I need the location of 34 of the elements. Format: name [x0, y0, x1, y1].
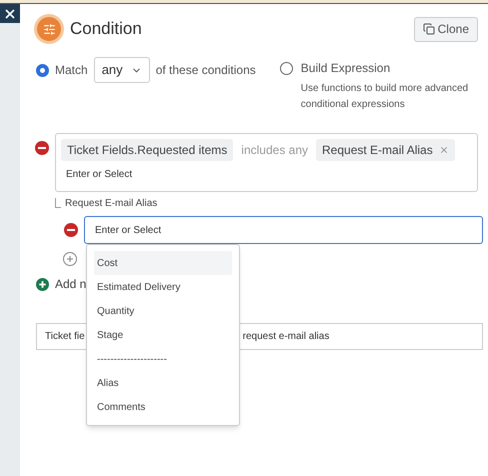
radio-button[interactable] [36, 64, 49, 76]
summary-text: Ticket fie [45, 330, 85, 344]
close-icon [3, 6, 17, 20]
add-circle-icon[interactable] [63, 252, 77, 266]
help-text: Use functions to build more advanced conditional expressions [300, 82, 470, 112]
value-chip: Request E-mail Alias [316, 139, 455, 161]
dropdown-item[interactable]: Stage [94, 323, 232, 347]
match-label: Match [55, 62, 88, 79]
add-link[interactable]: Add n [55, 275, 86, 293]
dropdown-item[interactable]: Cost [94, 251, 232, 275]
dropdown-item[interactable]: Quantity [94, 299, 232, 323]
clone-button[interactable]: Clone [414, 16, 478, 42]
add-icon[interactable] [36, 278, 49, 290]
dropdown-item[interactable]: Estimated Delivery [94, 275, 232, 299]
dropdown-item[interactable]: Comments [94, 395, 232, 419]
remove-icon[interactable] [35, 141, 49, 155]
sub-condition-input[interactable]: Enter or Select [84, 216, 483, 244]
panel-title: Condition [70, 18, 142, 40]
copy-icon [422, 23, 435, 35]
match-suffix: of these conditions [156, 62, 256, 79]
operator-text: includes any [241, 142, 308, 159]
radio-button[interactable] [280, 62, 293, 75]
match-select[interactable]: any [94, 57, 150, 83]
dropdown-item[interactable]: Alias [94, 371, 232, 395]
build-expression-label: Build Expression [300, 60, 392, 77]
condition-input[interactable]: Enter or Select [66, 167, 266, 182]
summary-text: request e-mail alias [242, 330, 330, 344]
remove-value-icon[interactable] [438, 145, 449, 155]
close-button[interactable] [0, 4, 20, 23]
field-chip: Ticket Fields.Requested items [61, 139, 234, 161]
sub-condition-label: Request E-mail Alias [65, 197, 158, 211]
remove-icon[interactable] [64, 223, 78, 237]
condition-icon [34, 14, 64, 44]
dropdown-item[interactable]: --------------------- [94, 347, 232, 371]
